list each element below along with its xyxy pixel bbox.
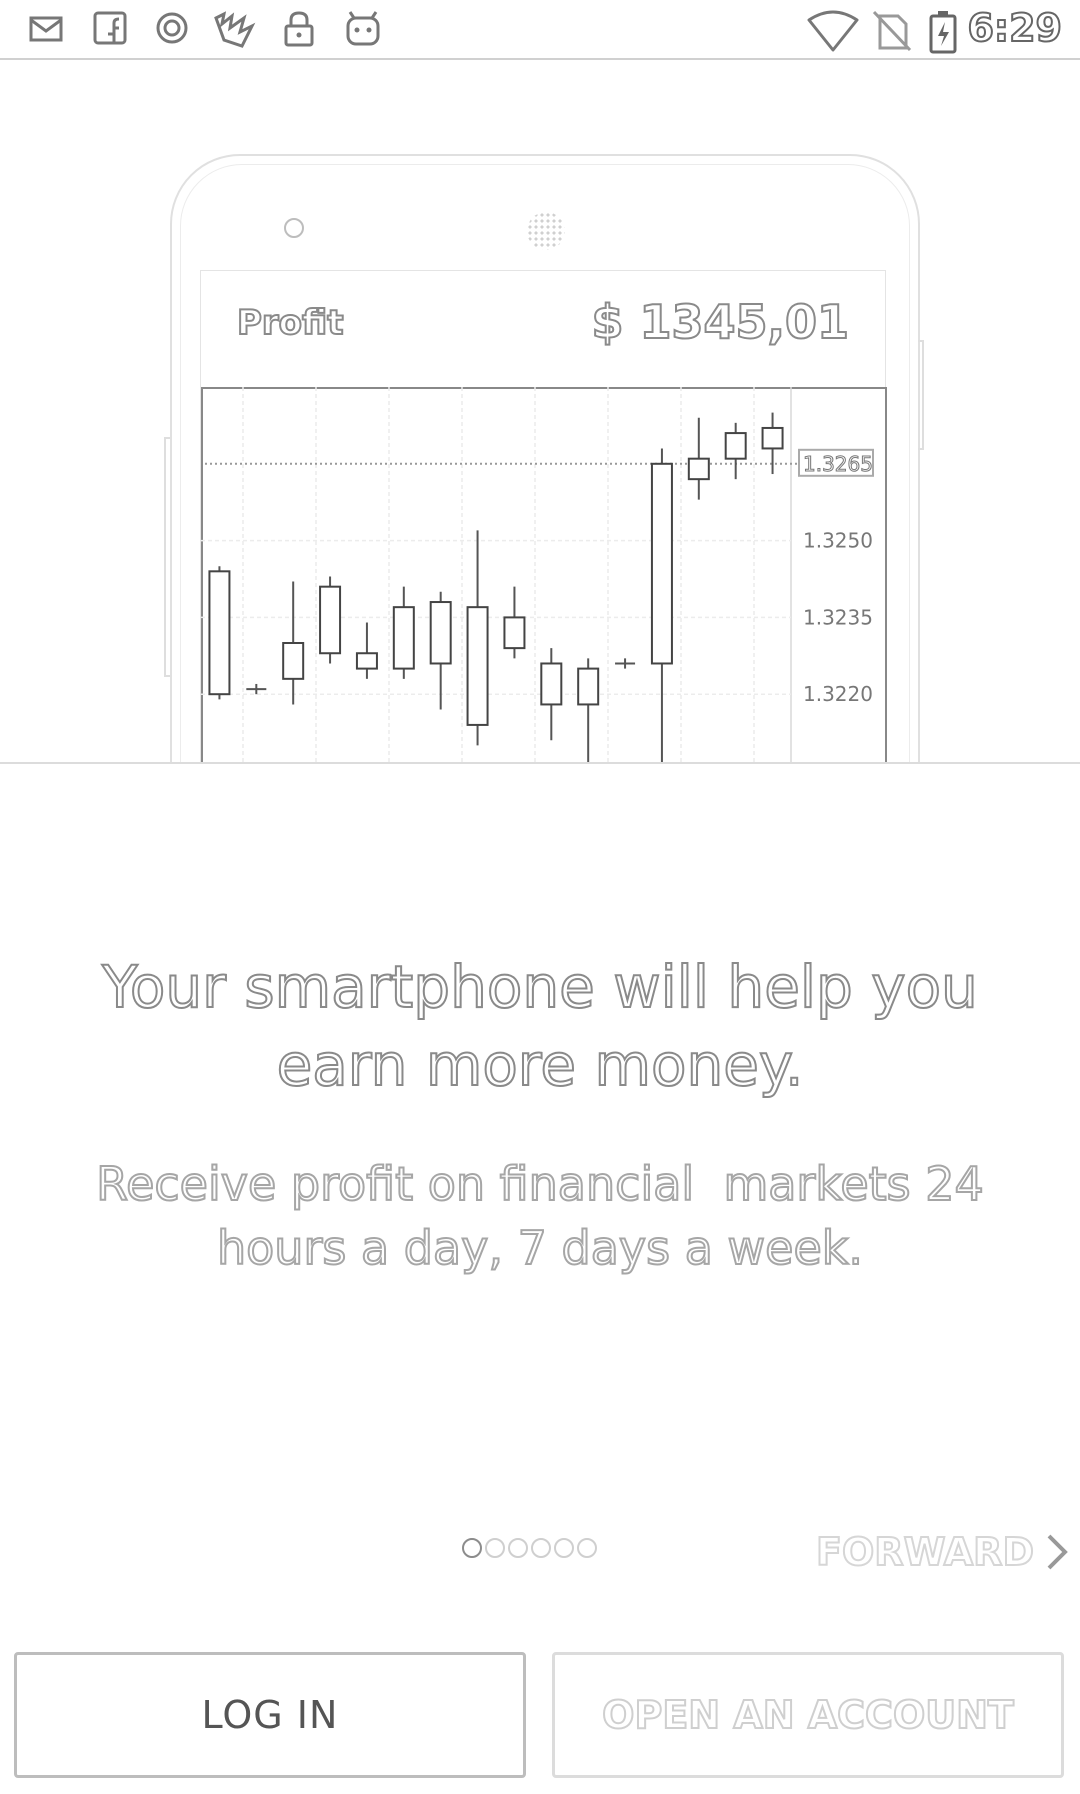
candle-body <box>687 457 710 481</box>
chevron-right-icon <box>1047 1534 1068 1570</box>
mail-icon <box>29 16 63 42</box>
forward-button[interactable]: FORWARD <box>815 1528 1070 1576</box>
circle-app-icon <box>156 12 188 44</box>
facebook-icon <box>93 11 127 45</box>
candle-body <box>355 652 378 670</box>
headline: Your smartphone will help you earn more … <box>60 948 1020 1104</box>
candle-body <box>724 432 747 460</box>
candle-body <box>392 606 415 670</box>
candle-body <box>319 585 342 655</box>
candle-body <box>650 462 673 665</box>
candle-body <box>466 606 489 726</box>
subheadline-line: Receive profit on financial markets 24 <box>95 1156 985 1212</box>
phone-speaker-icon <box>527 212 565 250</box>
candle-body <box>761 426 784 450</box>
phone-screen: Profit $ 1345,01 1.3250 1.3235 1.3220 1.326… <box>200 270 887 762</box>
fire-app-icon <box>214 11 256 48</box>
pager-dot[interactable] <box>508 1538 528 1558</box>
y-tick-label: 1.3235 <box>803 605 873 629</box>
status-time: 6:29 <box>966 5 1063 51</box>
phone-side-button <box>918 340 924 450</box>
hero-illustration: Profit $ 1345,01 1.3250 1.3235 1.3220 1.326… <box>0 62 1080 764</box>
pager-dot[interactable] <box>462 1538 482 1558</box>
no-sim-icon <box>872 10 912 52</box>
lock-icon <box>284 11 314 47</box>
pager-dot[interactable] <box>485 1538 505 1558</box>
profit-label: Profit <box>236 302 344 344</box>
pager-dot[interactable] <box>531 1538 551 1558</box>
pager-dot[interactable] <box>577 1538 597 1558</box>
pager-dot[interactable] <box>554 1538 574 1558</box>
login-button[interactable]: LOG IN <box>14 1652 526 1778</box>
phone-side-button <box>164 437 170 677</box>
forward-label: FORWARD <box>815 1529 1035 1575</box>
candle-body <box>282 642 305 680</box>
open-account-label: OPEN AN ACCOUNT <box>601 1692 1015 1738</box>
wifi-icon <box>807 10 859 52</box>
headline-line: earn more money. <box>276 1030 805 1100</box>
candle-body <box>429 601 452 665</box>
candle-body <box>540 662 563 706</box>
headline-line: Your smartphone will help you <box>101 952 979 1022</box>
robot-app-icon <box>346 11 380 46</box>
pager-dots <box>462 1538 597 1562</box>
subheadline-line: hours a day, 7 days a week. <box>216 1220 864 1276</box>
candle-body <box>577 667 600 706</box>
candle-body <box>208 570 231 696</box>
y-tick-label: 1.3220 <box>803 682 873 706</box>
candle-body <box>503 616 526 650</box>
subheadline: Receive profit on financial markets 24 h… <box>60 1152 1020 1280</box>
open-account-button[interactable]: OPEN AN ACCOUNT <box>552 1652 1064 1778</box>
login-label: LOG IN <box>201 1693 339 1737</box>
candlestick-chart: 1.3250 1.3235 1.3220 1.3265 <box>201 387 887 762</box>
current-price-label: 1.3265 <box>803 452 873 476</box>
profit-value: $ 1345,01 <box>590 294 850 350</box>
battery-charging-icon <box>929 11 957 54</box>
y-tick-label: 1.3250 <box>803 529 873 553</box>
phone-camera-icon <box>284 218 304 238</box>
status-bar: 6:29 <box>0 0 1080 60</box>
